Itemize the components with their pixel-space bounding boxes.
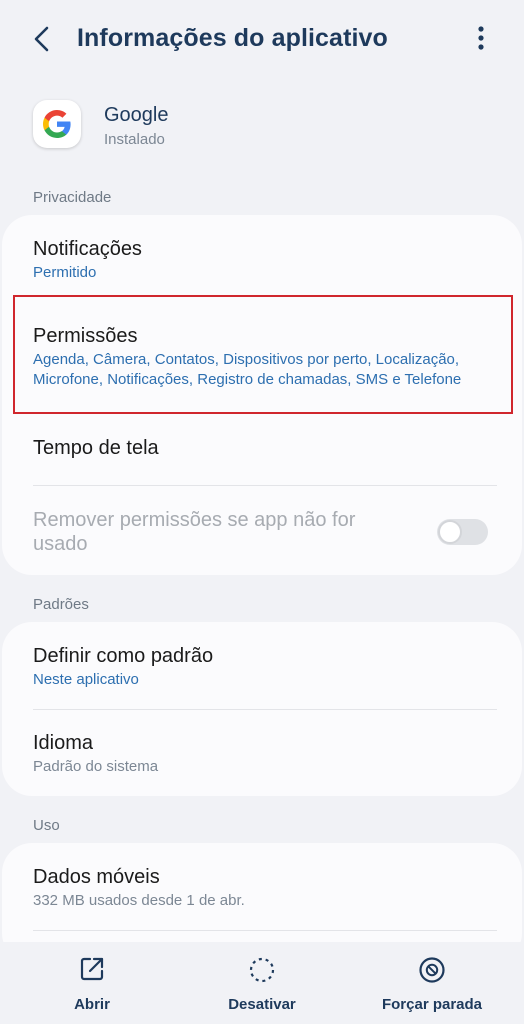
- notifications-value: Permitido: [33, 264, 97, 281]
- section-header-privacy: Privacidade: [33, 189, 112, 206]
- toggle-knob: [438, 520, 462, 544]
- section-header-defaults: Padrões: [33, 596, 89, 613]
- screen-time-item[interactable]: Tempo de tela: [33, 436, 497, 460]
- top-app-bar: Informações do aplicativo: [0, 0, 524, 78]
- divider: [33, 709, 497, 710]
- notifications-title: Notificações: [33, 238, 142, 260]
- permissions-value-line2: Microfone, Notificações, Registro de cha…: [33, 371, 462, 388]
- language-title: Idioma: [33, 732, 94, 754]
- bottom-action-bar: Abrir Desativar Forçar parada: [0, 942, 524, 1024]
- mobile-data-value: 332 MB usados desde 1 de abr.: [33, 892, 245, 909]
- more-options-button[interactable]: [470, 22, 492, 54]
- open-external-icon: [80, 957, 104, 981]
- page-title: Informações do aplicativo: [77, 24, 388, 52]
- force-stop-button[interactable]: Forçar parada: [378, 942, 486, 1024]
- set-default-title: Definir como padrão: [33, 645, 214, 667]
- remove-permissions-toggle[interactable]: [437, 519, 488, 545]
- disable-label: Desativar: [228, 996, 296, 1013]
- disable-button[interactable]: Desativar: [212, 942, 312, 1024]
- permissions-value-line1: Agenda, Câmera, Contatos, Dispositivos p…: [33, 351, 460, 368]
- app-name: Google: [104, 104, 169, 126]
- set-default-item[interactable]: Definir como padrão Neste aplicativo: [33, 644, 497, 690]
- screen-time-title: Tempo de tela: [33, 437, 159, 459]
- section-header-usage: Uso: [33, 817, 60, 834]
- divider: [33, 485, 497, 486]
- more-vertical-icon: [478, 26, 484, 50]
- app-install-status: Instalado: [104, 131, 165, 148]
- chevron-left-icon: [34, 26, 49, 52]
- remove-permissions-title-line1: Remover permissões se app não for: [33, 509, 356, 531]
- open-button[interactable]: Abrir: [52, 942, 132, 1024]
- permissions-item[interactable]: Permissões Agenda, Câmera, Contatos, Dis…: [33, 324, 497, 390]
- set-default-value: Neste aplicativo: [33, 671, 139, 688]
- google-app-icon: [33, 100, 81, 148]
- remove-permissions-item[interactable]: Remover permissões se app não for usado: [33, 508, 413, 556]
- defaults-card: Definir como padrão Neste aplicativo Idi…: [2, 622, 522, 796]
- back-button[interactable]: [28, 22, 58, 56]
- language-item[interactable]: Idioma Padrão do sistema: [33, 731, 497, 777]
- app-info-screen: Informações do aplicativo Google Instala…: [0, 0, 524, 1024]
- notifications-item[interactable]: Notificações Permitido: [33, 237, 497, 283]
- mobile-data-item[interactable]: Dados móveis 332 MB usados desde 1 de ab…: [33, 865, 497, 911]
- divider: [33, 930, 497, 931]
- force-stop-icon: [419, 957, 445, 983]
- permissions-title: Permissões: [33, 325, 138, 347]
- app-summary: Google Instalado: [33, 100, 493, 152]
- open-label: Abrir: [74, 996, 110, 1013]
- disable-dotted-circle-icon: [249, 957, 275, 983]
- force-stop-label: Forçar parada: [381, 996, 483, 1013]
- mobile-data-title: Dados móveis: [33, 866, 160, 888]
- language-value: Padrão do sistema: [33, 758, 159, 775]
- remove-permissions-title-line2: usado: [33, 533, 88, 555]
